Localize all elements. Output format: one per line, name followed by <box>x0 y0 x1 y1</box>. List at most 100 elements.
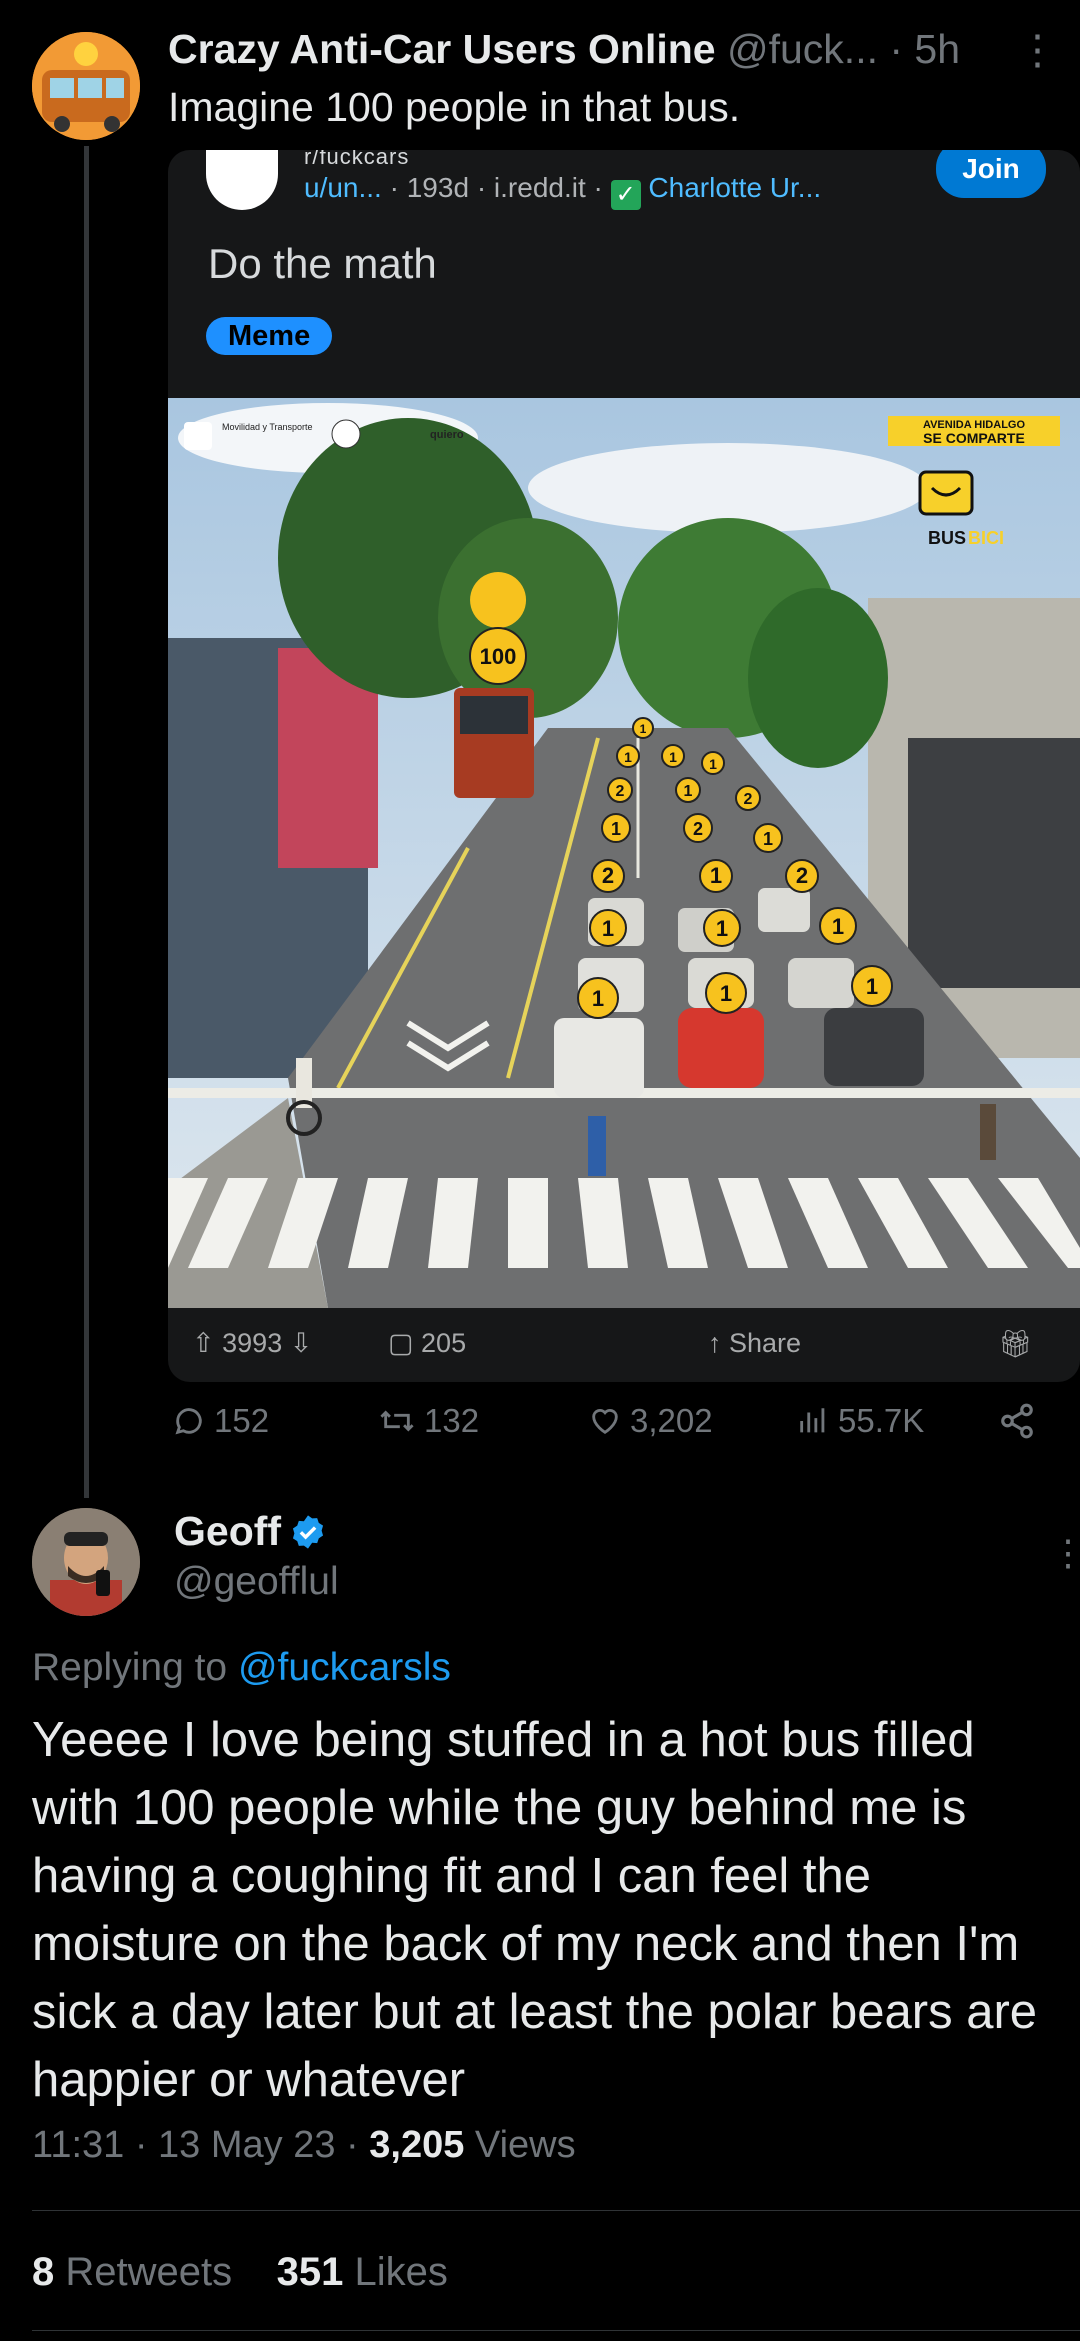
arrow-down-icon: ⇩ <box>289 1328 313 1358</box>
svg-text:1: 1 <box>866 974 878 999</box>
svg-text:BICI: BICI <box>968 528 1004 548</box>
avatar[interactable] <box>32 1508 140 1616</box>
timestamp[interactable]: · 5h <box>889 26 960 72</box>
tweet-header: Crazy Anti-Car Users Online @fuck... · 5… <box>168 26 1058 78</box>
subreddit-avatar <box>206 150 278 210</box>
award-icon[interactable]: 🎁︎ <box>998 1328 1032 1360</box>
share-icon <box>1001 1403 1033 1439</box>
svg-text:1: 1 <box>710 863 722 888</box>
svg-text:1: 1 <box>669 749 677 765</box>
thread-line <box>84 146 89 1498</box>
comments-button[interactable]: ▢ 205 <box>388 1328 466 1359</box>
like-button[interactable]: 3,202 <box>588 1402 713 1440</box>
replying-to-handle[interactable]: @fuckcarsls <box>238 1646 451 1689</box>
likes-label: Likes <box>354 2250 448 2294</box>
post-meta: u/un... · 193d · i.redd.it · ✓ Charlotte… <box>304 172 821 210</box>
svg-text:2: 2 <box>602 863 614 888</box>
tweet-stats: 8 Retweets 351 Likes <box>32 2250 448 2295</box>
post-flair: Meme <box>206 317 333 355</box>
retweet-button[interactable]: 132 <box>378 1402 479 1440</box>
avatar[interactable] <box>32 32 140 140</box>
verified-badge-icon[interactable] <box>289 1513 327 1551</box>
engagement-bar: 152 132 3,202 55.7K <box>168 1394 1048 1454</box>
replying-to: Replying to @fuckcarsls <box>32 1646 451 1690</box>
post-age: · 193d <box>389 172 470 203</box>
post-domain: · i.redd.it · <box>476 172 603 203</box>
svg-text:2: 2 <box>744 791 753 808</box>
svg-text:1: 1 <box>602 916 614 941</box>
display-name[interactable]: Geoff <box>174 1508 281 1555</box>
display-name-row: Geoff <box>174 1508 327 1555</box>
divider <box>32 2330 1080 2331</box>
logo-movilidad-text: Movilidad y Transporte <box>222 422 313 432</box>
check-icon: ✓ <box>610 180 641 210</box>
svg-text:1: 1 <box>640 722 647 736</box>
retweets-count: 8 <box>32 2250 55 2294</box>
post-image[interactable]: 100 1 1 1 1 1 1 2 1 2 1 2 1 2 1 2 1 1 1 <box>168 398 1080 1308</box>
post-title[interactable]: Do the math <box>208 240 437 288</box>
analytics-icon <box>800 1408 825 1433</box>
arrow-up-icon: ⇧ <box>192 1328 215 1358</box>
street-photo: 100 1 1 1 1 1 1 2 1 2 1 2 1 2 1 2 1 1 1 <box>168 398 1080 1308</box>
svg-text:1: 1 <box>624 749 632 765</box>
reddit-post-card[interactable]: r/fuckcars u/un... · 193d · i.redd.it · … <box>168 150 1080 1382</box>
svg-text:2: 2 <box>616 783 625 800</box>
reply-count: 152 <box>214 1402 270 1439</box>
retweet-count: 132 <box>424 1402 480 1439</box>
svg-text:1: 1 <box>832 914 844 939</box>
upvote-count: 3993 <box>222 1328 283 1358</box>
post-author[interactable]: u/un... <box>304 172 382 203</box>
views-count: 55.7K <box>838 1402 925 1439</box>
bus-marker-label: 100 <box>480 644 517 669</box>
reply-icon <box>175 1408 202 1435</box>
user-flair: Charlotte Ur... <box>648 172 822 203</box>
logo-guadalajara <box>331 419 361 449</box>
upvote-button[interactable]: ⇧ 3993 ⇩ <box>192 1328 312 1359</box>
retweets-stat[interactable]: 8 Retweets <box>32 2250 232 2294</box>
comment-count: 205 <box>421 1328 467 1358</box>
views-button[interactable]: 55.7K <box>796 1402 924 1440</box>
replying-prefix: Replying to <box>32 1646 228 1689</box>
share-icon: ↑ <box>708 1328 722 1358</box>
svg-text:1: 1 <box>592 986 604 1011</box>
avatar-image <box>32 32 140 140</box>
svg-text:1: 1 <box>611 819 621 839</box>
svg-text:1: 1 <box>720 981 732 1006</box>
join-button[interactable]: Join <box>936 150 1046 198</box>
more-options-icon[interactable]: ⋮ <box>1050 1532 1080 1574</box>
share-label: Share <box>729 1328 802 1358</box>
logo-quiero-text: quiero <box>430 429 464 441</box>
svg-text:1: 1 <box>716 916 728 941</box>
reply-button[interactable]: 152 <box>172 1402 269 1440</box>
more-options-icon[interactable]: ⋮ <box>1017 26 1058 74</box>
svg-text:BUS: BUS <box>928 528 966 548</box>
reddit-actions: ⇧ 3993 ⇩ ▢ 205 ↑ Share 🎁︎ <box>168 1308 1080 1382</box>
display-name[interactable]: Crazy Anti-Car Users Online <box>168 26 716 72</box>
share-button[interactable]: ↑ Share <box>708 1328 801 1359</box>
views-count: 3,205 <box>369 2124 465 2166</box>
svg-text:SE COMPARTE: SE COMPARTE <box>923 430 1025 446</box>
avatar-image <box>32 1508 140 1616</box>
tweet-timestamp: 11:31 · 13 May 23 · 3,205 Views <box>32 2124 576 2167</box>
handle[interactable]: @fuck... <box>727 26 878 72</box>
like-count: 3,202 <box>630 1402 713 1439</box>
retweets-label: Retweets <box>65 2250 233 2294</box>
likes-stat[interactable]: 351 Likes <box>277 2250 448 2294</box>
handle[interactable]: @geofflul <box>174 1560 339 1604</box>
svg-text:2: 2 <box>796 863 808 888</box>
svg-text:1: 1 <box>684 783 693 800</box>
retweet-icon <box>380 1410 414 1432</box>
likes-count: 351 <box>276 2250 344 2294</box>
timestamp[interactable]: 11:31 · 13 May 23 · <box>32 2124 359 2166</box>
tweet-text: Imagine 100 people in that bus. <box>168 84 741 130</box>
views-label: Views <box>474 2124 576 2166</box>
svg-text:2: 2 <box>693 819 703 839</box>
tweet-text: Yeeee I love being stuffed in a hot bus … <box>32 1713 1038 2107</box>
svg-text:1: 1 <box>763 829 773 849</box>
share-tweet-button[interactable] <box>998 1402 1036 1440</box>
comment-icon: ▢ <box>388 1328 414 1358</box>
svg-text:1: 1 <box>709 756 717 772</box>
heart-icon <box>592 1409 618 1435</box>
divider <box>32 2210 1080 2211</box>
subreddit-name: r/fuckcars <box>304 150 410 169</box>
